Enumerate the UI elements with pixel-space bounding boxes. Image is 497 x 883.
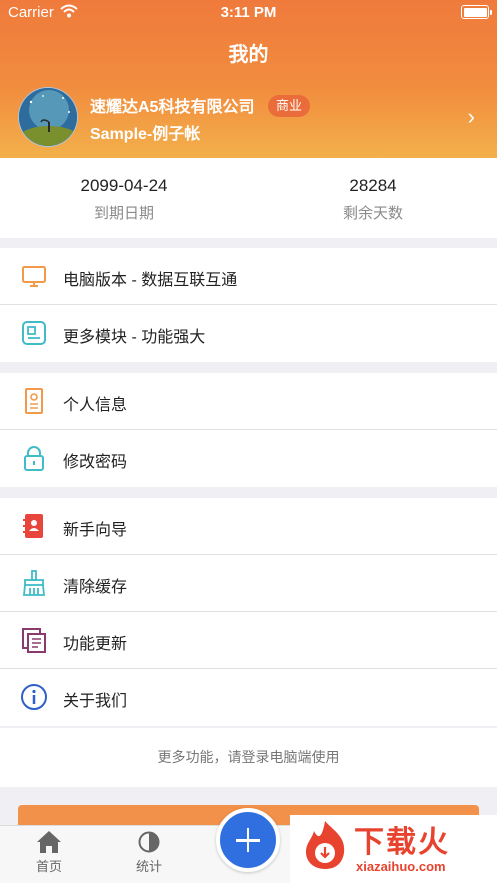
watermark-brand-cn: 下载火 — [354, 826, 450, 859]
id-card-icon — [20, 387, 48, 415]
desktop-hint-text: 更多功能，请登录电脑端使用 — [0, 728, 497, 787]
battery-icon — [461, 5, 492, 19]
info-icon — [20, 683, 48, 711]
expiry-date-stat: 2099-04-24 到期日期 — [0, 176, 248, 223]
subscription-stats: 2099-04-24 到期日期 28284 剩余天数 — [0, 158, 497, 238]
menu-item-feature-updates[interactable]: 功能更新 — [0, 612, 497, 669]
module-icon — [20, 319, 48, 347]
status-time: 3:11 PM — [220, 4, 277, 21]
remaining-days-label: 剩余天数 — [342, 205, 403, 222]
add-button[interactable] — [216, 808, 280, 872]
update-icon — [20, 626, 48, 654]
status-bar: Carrier 3:11 PM — [0, 0, 497, 26]
page-title: 我的 — [228, 44, 269, 66]
broom-icon — [20, 569, 48, 597]
plan-badge: 商业 — [268, 95, 311, 117]
flame-logo-icon — [306, 821, 345, 869]
menu-item-change-password[interactable]: 修改密码 — [0, 430, 497, 487]
chevron-right-icon: › — [467, 104, 475, 129]
menu-item-label: 功能更新 — [63, 636, 128, 653]
menu-item-label: 关于我们 — [63, 693, 128, 710]
account-name: Sample-例子帐 — [90, 126, 201, 143]
watermark-logo: 下载火 xiazaihuo.com — [290, 815, 497, 883]
tab-home[interactable]: 首页 — [14, 828, 84, 875]
menu-item-more-modules[interactable]: 更多模块 - 功能强大 — [0, 305, 497, 362]
menu-group-help: 新手向导 清除缓存 功能更新 关于我们 — [0, 498, 497, 726]
menu-group-account: 个人信息 修改密码 — [0, 373, 497, 487]
remaining-days-stat: 28284 剩余天数 — [249, 176, 497, 223]
home-icon — [37, 831, 61, 853]
company-name: 速耀达A5科技有限公司 — [90, 99, 255, 116]
tab-label: 首页 — [35, 859, 62, 874]
menu-item-label: 电脑版本 - 数据互联互通 — [63, 272, 238, 289]
menu-item-about-us[interactable]: 关于我们 — [0, 669, 497, 726]
menu-group-versions: 电脑版本 - 数据互联互通 更多模块 - 功能强大 — [0, 248, 497, 362]
remaining-days-value: 28284 — [349, 176, 397, 195]
menu-item-clear-cache[interactable]: 清除缓存 — [0, 555, 497, 612]
tab-statistics[interactable]: 统计 — [114, 828, 184, 875]
header: Carrier 3:11 PM 我的 速耀达A5科技有限公司 商业 Sample… — [0, 0, 497, 158]
avatar — [18, 87, 78, 147]
menu-item-label: 清除缓存 — [63, 579, 128, 596]
menu-item-label: 修改密码 — [63, 454, 128, 471]
tab-label: 统计 — [135, 859, 162, 874]
expiry-date-value: 2099-04-24 — [80, 176, 168, 195]
watermark-brand-url: xiazaihuo.com — [356, 859, 446, 874]
menu-item-desktop-version[interactable]: 电脑版本 - 数据互联互通 — [0, 248, 497, 305]
lock-icon — [20, 444, 48, 472]
profile-card[interactable]: 速耀达A5科技有限公司 商业 Sample-例子帐 › — [0, 84, 497, 152]
menu-item-beginner-guide[interactable]: 新手向导 — [0, 498, 497, 555]
monitor-icon — [20, 262, 48, 290]
menu-item-label: 个人信息 — [63, 397, 128, 414]
menu-item-label: 新手向导 — [63, 522, 128, 539]
expiry-date-label: 到期日期 — [93, 205, 154, 222]
menu-item-label: 更多模块 - 功能强大 — [63, 329, 206, 346]
guide-book-icon — [20, 512, 48, 540]
pie-chart-icon — [138, 831, 160, 853]
menu-item-profile-info[interactable]: 个人信息 — [0, 373, 497, 430]
